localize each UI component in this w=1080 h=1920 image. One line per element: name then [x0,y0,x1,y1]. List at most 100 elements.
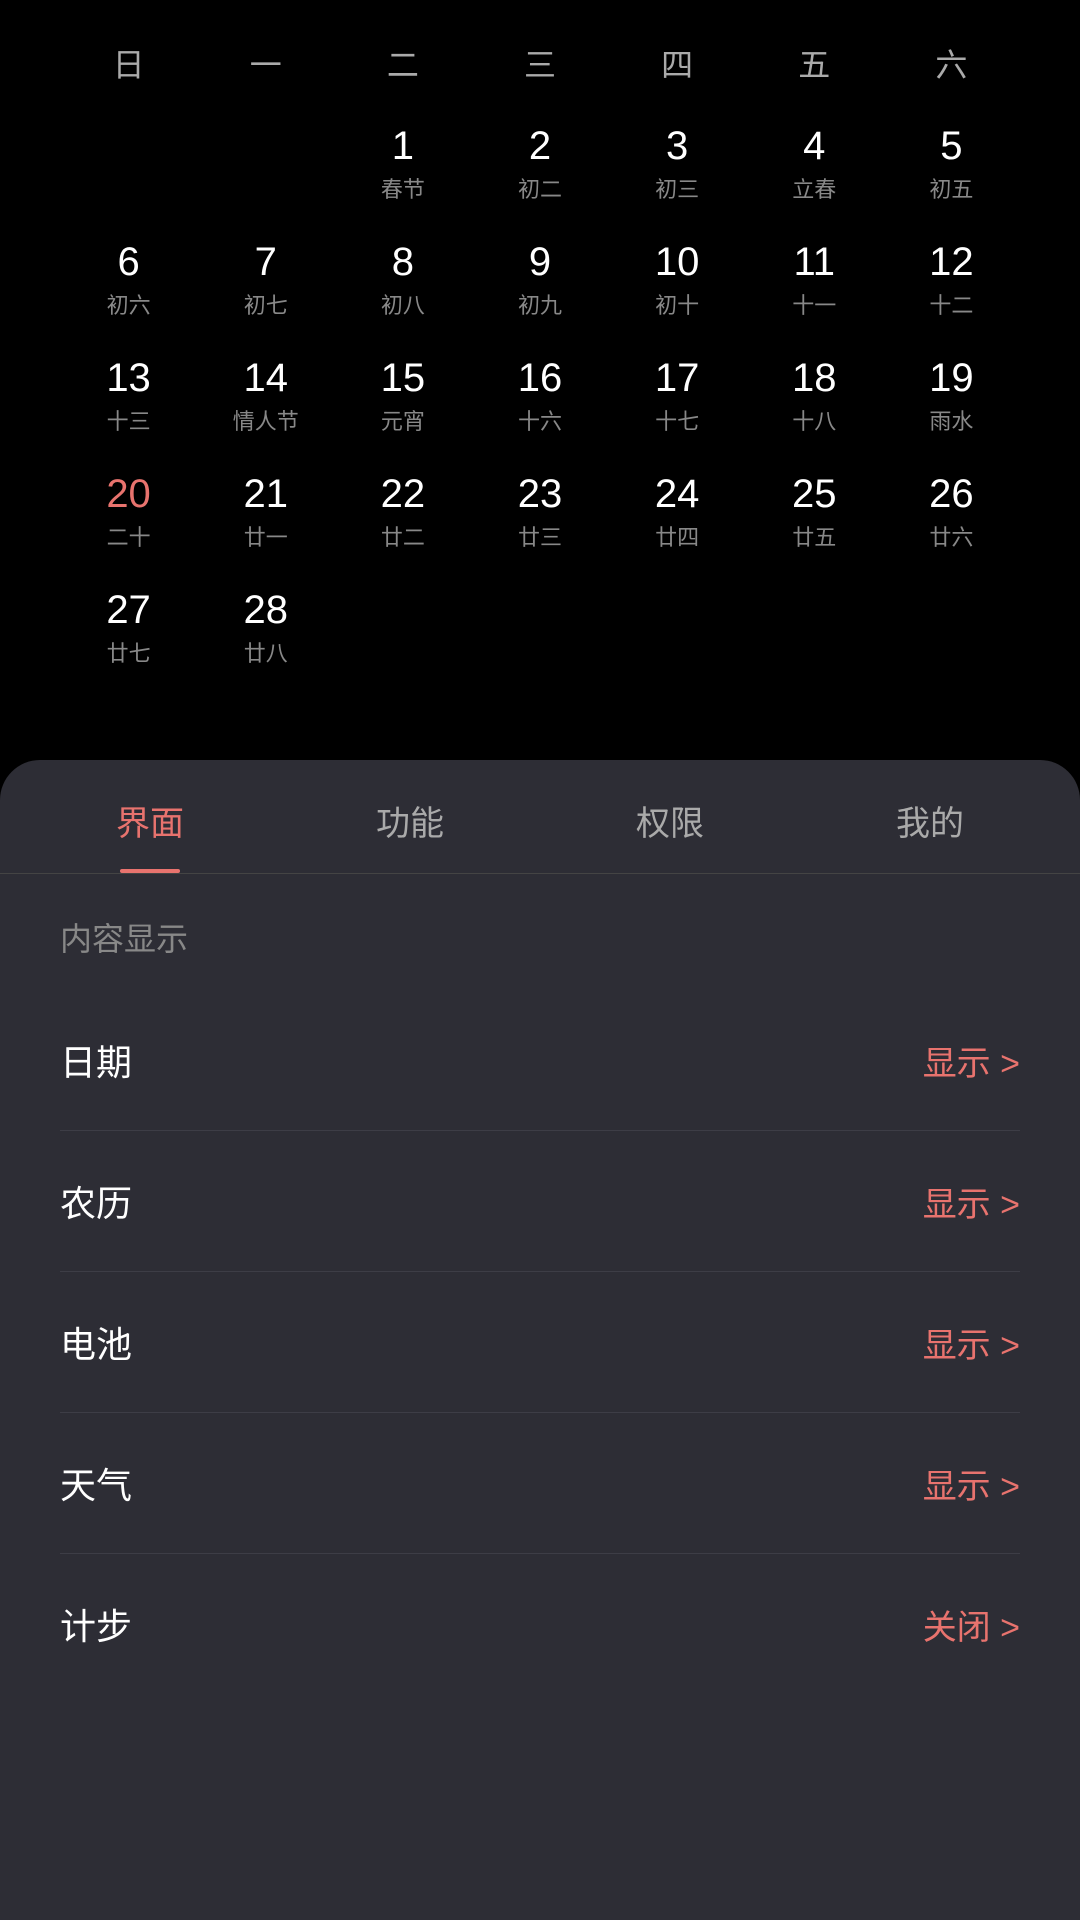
settings-item[interactable]: 日期显示 > [60,990,1020,1131]
day-lunar: 十二 [929,288,973,320]
weekday-label: 一 [197,40,334,86]
day-lunar: 二十 [107,520,151,552]
calendar-section: 日一二三四五六 1春节2初二3初三4立春5初五6初六7初七8初八9初九10初十1… [0,0,1080,716]
day-lunar: 廿一 [244,520,288,552]
day-number: 8 [392,240,414,284]
calendar-day [609,570,746,686]
weekday-label: 二 [334,40,471,86]
day-number: 7 [255,240,277,284]
day-lunar: 初十 [655,288,699,320]
calendar-day[interactable]: 16 十六 [471,338,608,454]
calendar-day[interactable]: 26 廿六 [883,454,1020,570]
item-value: 显示 > [923,1177,1020,1226]
item-value: 显示 > [923,1459,1020,1508]
calendar-day[interactable]: 7 初七 [197,222,334,338]
day-number: 26 [929,472,974,516]
calendar-day[interactable]: 23廿三 [471,454,608,570]
calendar-day[interactable]: 8 初八 [334,222,471,338]
item-label: 天气 [60,1457,132,1509]
day-lunar: 廿七 [107,636,151,668]
day-lunar: 廿二 [381,520,425,552]
calendar-day[interactable]: 13十三 [60,338,197,454]
calendar-day[interactable]: 21 廿一 [197,454,334,570]
weekday-header: 日一二三四五六 [60,40,1020,86]
day-number: 4 [803,124,825,168]
settings-item[interactable]: 天气 显示 > [60,1413,1020,1554]
day-number: 21 [243,472,288,516]
day-lunar: 雨水 [929,404,973,436]
tab-bar: 界面功能权限我的 [0,760,1080,874]
calendar-day[interactable]: 6初六 [60,222,197,338]
calendar-day [746,570,883,686]
tab-item-界面[interactable]: 界面 [20,760,280,873]
day-lunar: 初二 [518,172,562,204]
calendar-day[interactable]: 20 二十 [60,454,197,570]
tab-item-权限[interactable]: 权限 [540,760,800,873]
weekday-label: 五 [746,40,883,86]
day-number: 19 [929,356,974,400]
calendar-day[interactable]: 4立春 [746,106,883,222]
calendar-day[interactable]: 25廿五 [746,454,883,570]
settings-item[interactable]: 农历 显示 > [60,1131,1020,1272]
day-number: 27 [106,588,151,632]
day-lunar: 廿三 [518,520,562,552]
calendar-day[interactable]: 5 初五 [883,106,1020,222]
weekday-label: 三 [471,40,608,86]
calendar-day[interactable]: 1春节 [334,106,471,222]
calendar-day[interactable]: 17十七 [609,338,746,454]
day-number: 5 [940,124,962,168]
calendar-day [471,570,608,686]
item-label: 电池 [60,1316,132,1368]
calendar-day[interactable]: 14情人节 [197,338,334,454]
weekday-label: 日 [60,40,197,86]
day-number: 25 [792,472,837,516]
day-lunar: 初三 [655,172,699,204]
tab-item-我的[interactable]: 我的 [800,760,1060,873]
calendar-day[interactable]: 19 雨水 [883,338,1020,454]
item-label: 日期 [60,1034,132,1086]
item-value: 显示 > [923,1318,1020,1367]
day-number: 12 [929,240,974,284]
calendar-day[interactable]: 11 十一 [746,222,883,338]
calendar-day[interactable]: 18十八 [746,338,883,454]
day-lunar: 廿八 [244,636,288,668]
day-lunar: 十六 [518,404,562,436]
day-number: 15 [381,356,426,400]
day-number: 22 [381,472,426,516]
calendar-grid: 1春节2初二3初三4立春5初五6初六7初七8初八9初九10初十11十一12十二1… [60,106,1020,686]
day-number: 16 [518,356,563,400]
day-lunar: 初八 [381,288,425,320]
tab-item-功能[interactable]: 功能 [280,760,540,873]
day-lunar: 廿四 [655,520,699,552]
day-lunar: 十三 [107,404,151,436]
day-lunar: 情人节 [233,404,299,436]
settings-list: 日期显示 >农历显示 >电池显示 >天气显示 >计步关闭 > [60,990,1020,1694]
calendar-day[interactable]: 9初九 [471,222,608,338]
calendar-day[interactable]: 28廿八 [197,570,334,686]
calendar-day[interactable]: 27 廿七 [60,570,197,686]
day-lunar: 初五 [929,172,973,204]
calendar-day [60,106,197,222]
day-number: 11 [794,240,836,284]
calendar-day[interactable]: 10初十 [609,222,746,338]
calendar-day [197,106,334,222]
calendar-day[interactable]: 2初二 [471,106,608,222]
day-number: 9 [529,240,551,284]
settings-item[interactable]: 电池 显示 > [60,1272,1020,1413]
day-number: 20 [106,472,151,516]
calendar-day[interactable]: 22 廿二 [334,454,471,570]
calendar-day[interactable]: 3初三 [609,106,746,222]
calendar-day[interactable]: 15元宵 [334,338,471,454]
item-label: 农历 [60,1175,132,1227]
day-number: 24 [655,472,700,516]
day-lunar: 廿六 [929,520,973,552]
settings-item[interactable]: 计步关闭 > [60,1554,1020,1694]
day-lunar: 十一 [792,288,836,320]
day-number: 18 [792,356,837,400]
calendar-day [883,570,1020,686]
calendar-day [334,570,471,686]
day-lunar: 初七 [244,288,288,320]
calendar-day[interactable]: 12 十二 [883,222,1020,338]
day-lunar: 初六 [107,288,151,320]
calendar-day[interactable]: 24 廿四 [609,454,746,570]
